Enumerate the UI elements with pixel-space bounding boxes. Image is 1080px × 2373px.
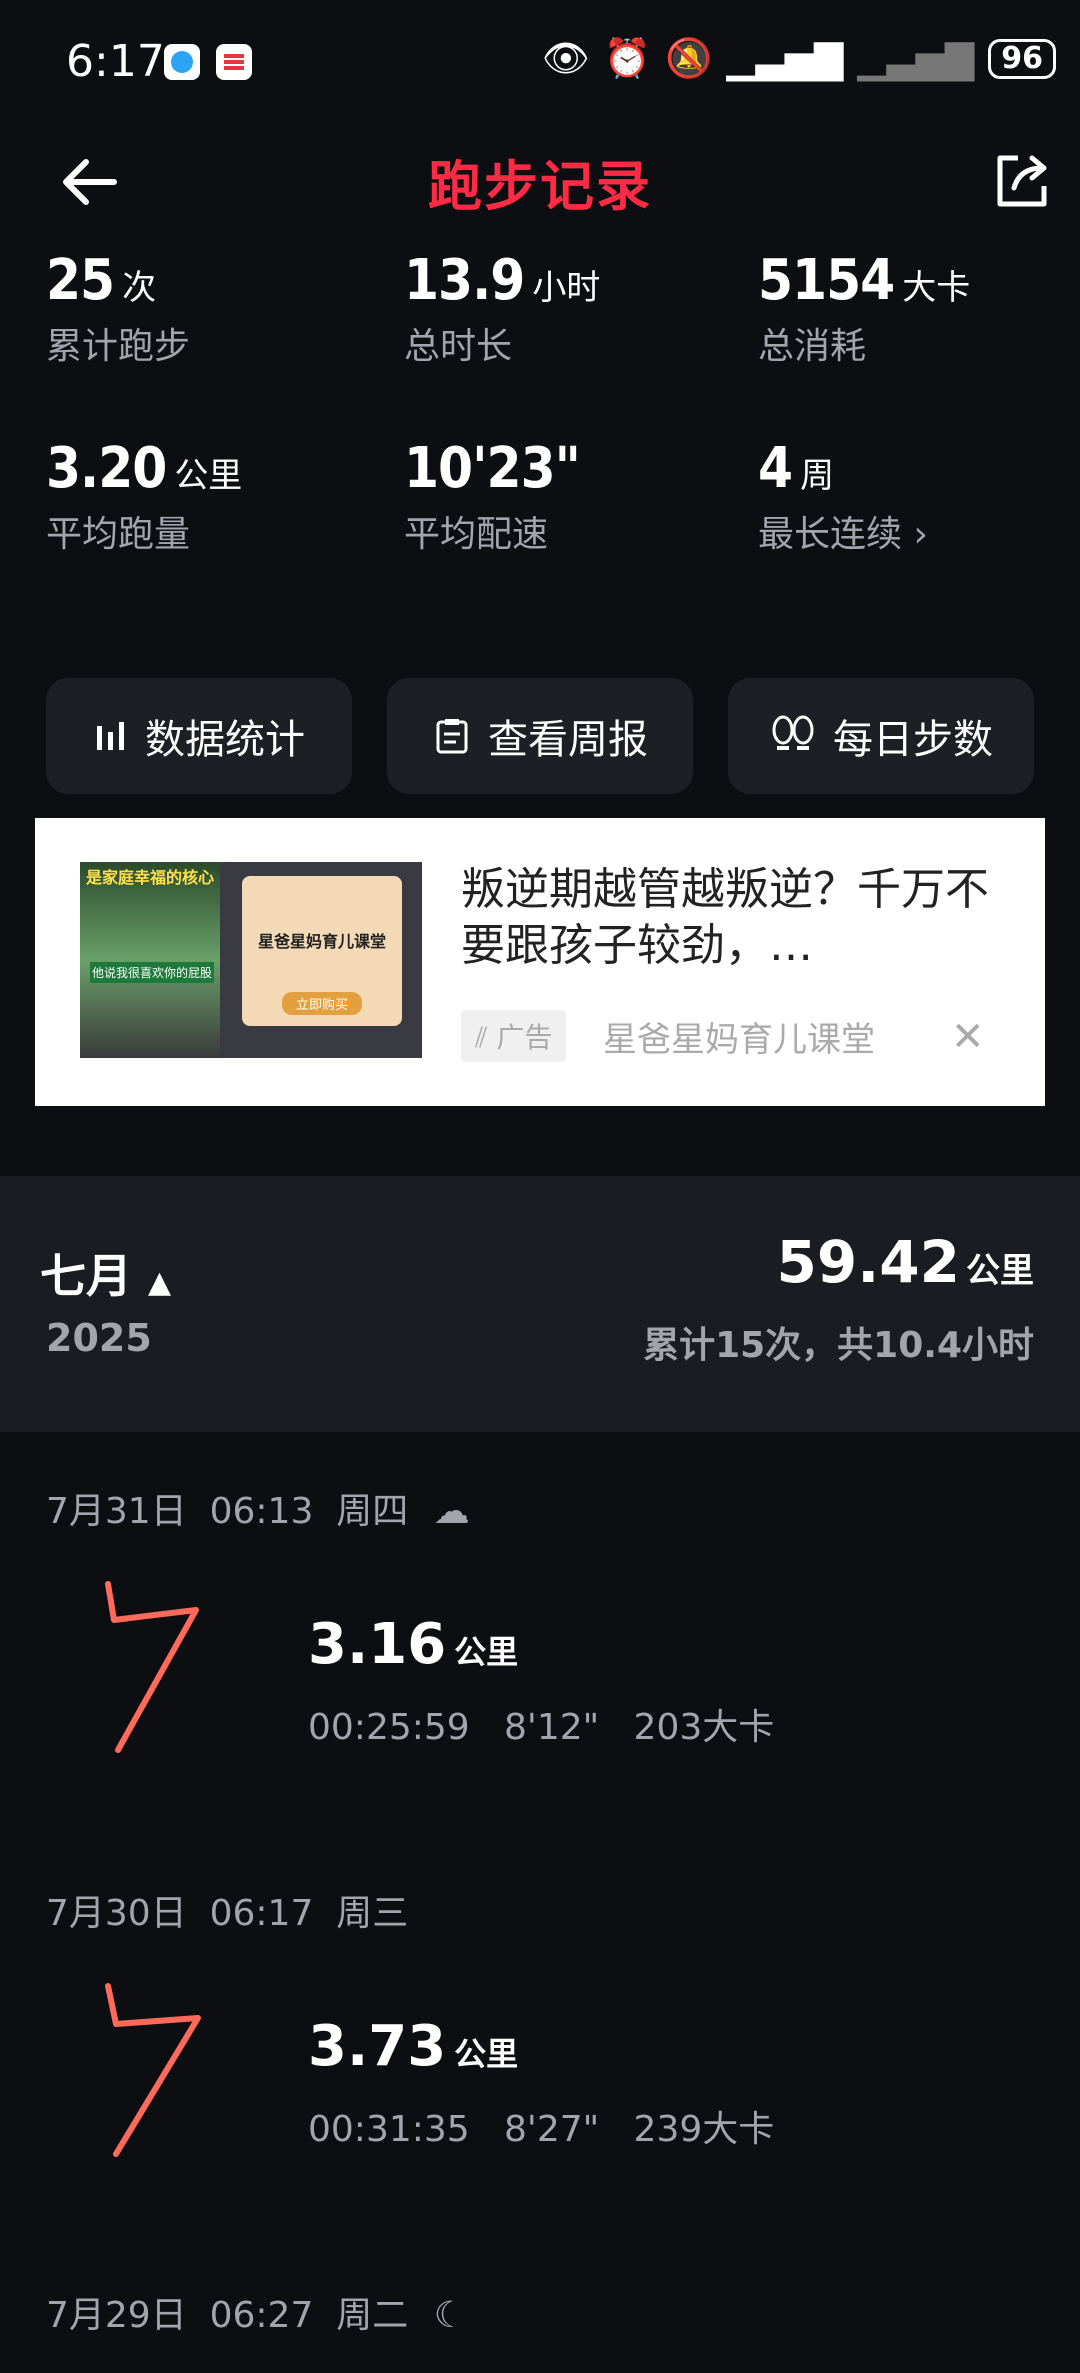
stat-average-pace: 10'23" 平均配速 xyxy=(404,436,588,557)
stat-label: 最长连续 xyxy=(758,514,903,555)
ad-card: 星爸星妈育儿课堂 立即购买 xyxy=(242,876,402,1026)
bar-chart-icon xyxy=(97,722,124,750)
run-distance: 3.16 公里 xyxy=(308,1612,519,1677)
ad-logo-icon: ⫽ xyxy=(475,1021,497,1054)
ad-title[interactable]: 叛逆期越管越叛逆？千万不要跟孩子较劲，… xyxy=(461,862,1006,974)
ad-card-button: 立即购买 xyxy=(282,992,362,1015)
signal-icon: ▁▃▅▇ xyxy=(726,36,844,81)
ad-source: 星爸星妈育儿课堂 xyxy=(603,1020,875,1060)
cloud-rain-icon: ☁ xyxy=(433,1491,470,1532)
stat-value: 5154 xyxy=(758,248,895,313)
stat-label: 总消耗 xyxy=(758,326,867,367)
ad-card-title: 星爸星妈育儿课堂 xyxy=(257,932,386,951)
route-thumbnail xyxy=(105,1581,199,1753)
app-notification-icon xyxy=(164,44,200,80)
ad-banner[interactable]: 是家庭幸福的核心 他说我很喜欢你的屁股 星爸星妈育儿课堂 立即购买 叛逆期越管越… xyxy=(35,818,1045,1106)
stat-value: 3.20 xyxy=(46,436,167,501)
eye-icon: 👁 xyxy=(541,36,590,80)
run-item[interactable]: 7月29日 06:27 周二 ☾ xyxy=(0,2264,1080,2373)
run-meta: 00:25:59 8'12" 203大卡 xyxy=(308,1707,775,1748)
status-icons: 👁 ⏰ 🔕 ▁▃▅▇ ▁▃▅▇ 96 xyxy=(542,36,1056,81)
month-selector[interactable]: 七月 ▲ xyxy=(40,1240,171,1306)
stat-unit: 大卡 xyxy=(902,268,971,308)
ad-image-photo[interactable]: 是家庭幸福的核心 他说我很喜欢你的屁股 xyxy=(80,862,220,1058)
signal-icon-2: ▁▃▅▇ xyxy=(857,36,975,81)
close-icon[interactable]: ✕ xyxy=(951,1014,985,1060)
stat-total-runs: 25 次 累计跑步 xyxy=(46,248,190,369)
chevron-right-icon: › xyxy=(913,514,928,555)
stat-unit: 公里 xyxy=(174,456,243,496)
run-item[interactable]: 7月31日 06:13 周四 ☁ 3.16 公里 00:25:59 8'12" 2… xyxy=(0,1460,1080,1820)
page-title: 跑步记录 xyxy=(428,155,652,218)
stat-label: 总时长 xyxy=(404,326,513,367)
mute-icon: 🔕 xyxy=(665,36,713,80)
ad-tag: ⫽ 广告 xyxy=(461,1010,567,1062)
month-summary-text: 累计15次，共10.4小时 xyxy=(643,1325,1034,1366)
run-meta: 00:31:35 8'27" 239大卡 xyxy=(308,2109,775,2150)
stat-label: 累计跑步 xyxy=(46,326,191,367)
share-icon xyxy=(997,155,1047,207)
app-notification-icon-2 xyxy=(216,44,252,80)
weekly-report-button[interactable]: 查看周报 xyxy=(387,678,693,794)
run-item[interactable]: 7月30日 06:17 周三 3.73 公里 00:31:35 8'27" 239… xyxy=(0,1862,1080,2222)
stat-label: 平均配速 xyxy=(404,514,549,555)
run-date: 7月30日 06:17 周三 xyxy=(46,1893,409,1934)
ad-image-caption: 他说我很喜欢你的屁股 xyxy=(90,962,215,983)
button-label: 数据统计 xyxy=(145,717,305,763)
run-date: 7月29日 06:27 周二 ☾ xyxy=(46,2295,466,2336)
caret-up-icon: ▲ xyxy=(148,1265,172,1300)
stat-total-calories: 5154 大卡 总消耗 xyxy=(758,248,970,369)
footprints-icon xyxy=(772,715,814,750)
button-label: 每日步数 xyxy=(833,717,993,763)
stat-unit: 次 xyxy=(122,268,157,308)
stat-value: 25 xyxy=(46,248,115,313)
year-label: 2025 xyxy=(46,1316,152,1360)
clipboard-icon xyxy=(436,719,468,754)
run-distance: 3.73 公里 xyxy=(308,2014,519,2079)
run-date: 7月31日 06:13 周四 ☁ xyxy=(46,1491,470,1532)
stat-label: 平均跑量 xyxy=(46,514,191,555)
alarm-icon: ⏰ xyxy=(603,36,652,80)
moon-icon: ☾ xyxy=(433,2295,466,2336)
stat-total-duration: 13.9 小时 总时长 xyxy=(404,248,600,369)
stat-unit: 周 xyxy=(800,456,835,496)
stat-average-distance: 3.20 公里 平均跑量 xyxy=(46,436,242,557)
stat-value: 13.9 xyxy=(404,248,525,313)
battery-indicator: 96 xyxy=(988,38,1056,79)
month-distance: 59.42 公里 xyxy=(776,1228,1034,1296)
share-button[interactable] xyxy=(988,148,1054,214)
month-summary-panel: 七月 ▲ 2025 59.42 公里 累计15次，共10.4小时 xyxy=(0,1176,1080,1432)
data-statistics-button[interactable]: 数据统计 xyxy=(46,678,352,794)
stat-value: 4 xyxy=(758,436,793,501)
status-time: 6:17 xyxy=(66,36,165,87)
stat-unit: 小时 xyxy=(532,268,601,308)
ad-image-card[interactable]: 星爸星妈育儿课堂 立即购买 xyxy=(220,862,422,1058)
stat-longest-streak[interactable]: 4周 最长连续 › xyxy=(758,436,928,557)
button-label: 查看周报 xyxy=(488,717,648,763)
route-thumbnail xyxy=(105,1983,201,2157)
stat-value: 10'23" xyxy=(404,436,581,501)
daily-steps-button[interactable]: 每日步数 xyxy=(728,678,1034,794)
ad-image-caption-top: 是家庭幸福的核心 xyxy=(86,868,215,887)
